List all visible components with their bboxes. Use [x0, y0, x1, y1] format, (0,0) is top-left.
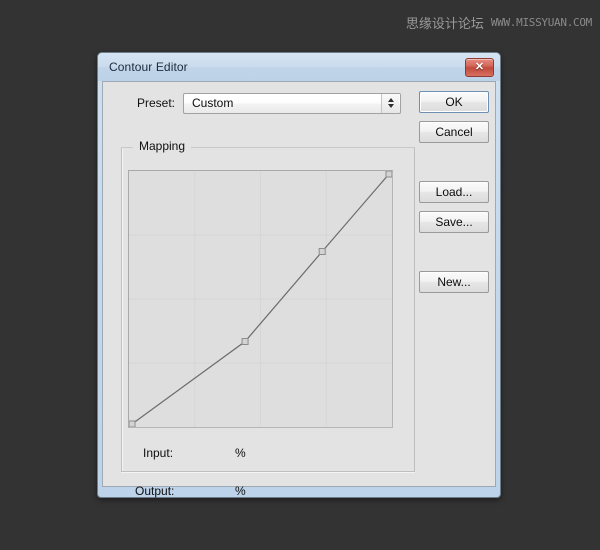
watermark: 思缘设计论坛 WWW.MISSYUAN.COM	[406, 13, 592, 32]
output-readout-row: Output: %	[103, 484, 495, 500]
input-unit: %	[235, 446, 246, 460]
curve-control-point[interactable]	[318, 248, 326, 255]
chevron-down-icon	[387, 104, 394, 108]
contour-curve-canvas[interactable]	[128, 170, 393, 428]
cancel-button[interactable]: Cancel	[419, 121, 489, 143]
output-label: Output:	[135, 484, 175, 498]
ok-button[interactable]: OK	[419, 91, 489, 113]
curve-gridlines	[129, 171, 392, 427]
dialog-title: Contour Editor	[109, 60, 188, 74]
input-readout-row: Input: %	[103, 446, 495, 462]
load-button[interactable]: Load...	[419, 181, 489, 203]
new-button[interactable]: New...	[419, 271, 489, 293]
curve-control-point[interactable]	[129, 420, 136, 427]
mapping-group-label: Mapping	[133, 139, 192, 153]
watermark-url-text: WWW.MISSYUAN.COM	[490, 16, 592, 29]
contour-editor-dialog: Contour Editor ✕ Preset: Custom Mapping	[97, 52, 501, 498]
preset-spinner-icon[interactable]	[381, 93, 399, 113]
close-button[interactable]: ✕	[465, 57, 494, 77]
save-button[interactable]: Save...	[419, 211, 489, 233]
curve-control-point[interactable]	[241, 338, 249, 345]
close-icon: ✕	[474, 60, 485, 73]
watermark-chinese-text: 思缘设计论坛	[405, 17, 484, 32]
dialog-client-area: Preset: Custom Mapping Input: % Output: …	[102, 81, 496, 498]
preset-selected-value: Custom	[192, 96, 234, 110]
chevron-up-icon	[387, 98, 394, 102]
preset-select[interactable]: Custom	[183, 92, 401, 114]
contour-curve-svg	[129, 171, 392, 427]
output-unit: %	[235, 484, 246, 498]
input-label: Input:	[143, 446, 174, 460]
preset-label: Preset:	[137, 96, 176, 110]
curve-control-point[interactable]	[385, 171, 392, 178]
dialog-title-bar[interactable]: Contour Editor ✕	[98, 53, 500, 81]
